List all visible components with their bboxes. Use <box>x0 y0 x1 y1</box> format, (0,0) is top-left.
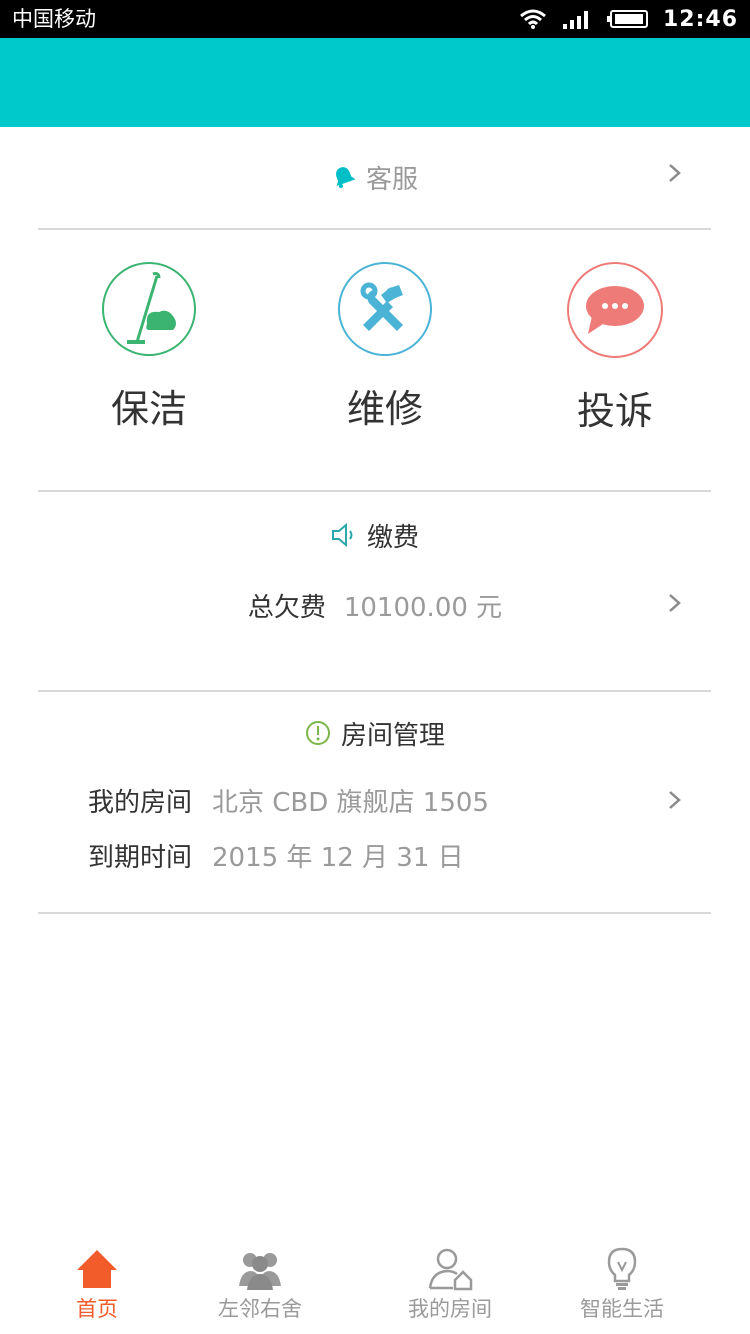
tab-my-room[interactable]: 我的房间 <box>375 1234 525 1334</box>
chevron-right-icon <box>669 594 681 612</box>
tab-home-label: 首页 <box>76 1297 118 1321</box>
tab-neighbors-label: 左邻右舍 <box>218 1297 302 1321</box>
payment-title: 缴费 <box>366 522 419 553</box>
divider <box>38 228 711 230</box>
payment-title-row: 缴费 <box>0 515 750 555</box>
carrier-name: 中国移动 <box>12 7 96 31</box>
divider <box>38 912 711 914</box>
cleaning-button[interactable]: 保洁 <box>69 262 229 432</box>
wifi-icon <box>520 9 546 29</box>
total-arrears-value: 10100.00 元 <box>343 592 503 623</box>
status-bar: 中国移动 12:46 <box>0 0 750 38</box>
tab-home[interactable]: 首页 <box>22 1234 172 1334</box>
chevron-right-icon <box>669 164 681 182</box>
repair-label: 维修 <box>346 387 423 431</box>
repair-button[interactable]: 维修 <box>305 262 465 432</box>
tab-smart-life-label: 智能生活 <box>580 1297 664 1321</box>
room-title: 房间管理 <box>340 720 445 751</box>
alert-circle-icon <box>305 721 330 745</box>
mop-icon <box>127 272 176 344</box>
chat-bubble-icon <box>586 286 644 334</box>
clock: 12:46 <box>662 6 738 32</box>
tab-my-room-label: 我的房间 <box>408 1297 492 1321</box>
complaint-label: 投诉 <box>576 389 653 433</box>
customer-service-row[interactable]: 客服 <box>0 127 750 229</box>
expire-row: 到期时间 2015 年 12 月 31 日 <box>0 830 750 880</box>
my-room-label: 我的房间 <box>88 788 193 818</box>
total-arrears-row[interactable]: 总欠费 10100.00 元 <box>0 580 750 630</box>
total-arrears-label: 总欠费 <box>247 592 326 623</box>
repair-icon-circle <box>338 262 432 356</box>
speaker-icon <box>331 523 353 547</box>
bottom-tab-bar: 首页 左邻右舍 我的房间 智能生活 <box>0 1234 750 1334</box>
complaint-button[interactable]: 投诉 <box>535 262 695 434</box>
customer-service-label: 客服 <box>365 164 418 195</box>
cleaning-label: 保洁 <box>110 387 187 431</box>
room-title-row: 房间管理 <box>0 713 750 753</box>
bulb-icon <box>607 1247 637 1290</box>
divider <box>38 690 711 692</box>
battery-icon <box>606 10 648 28</box>
group-icon <box>239 1253 281 1290</box>
complaint-icon-circle <box>567 262 663 358</box>
expire-value: 2015 年 12 月 31 日 <box>212 843 464 873</box>
home-icon <box>77 1250 117 1288</box>
app-header <box>0 38 750 127</box>
cleaning-icon-circle <box>102 262 196 356</box>
my-room-value: 北京 CBD 旗舰店 1505 <box>212 788 489 818</box>
tab-smart-life[interactable]: 智能生活 <box>547 1234 697 1334</box>
tab-neighbors[interactable]: 左邻右舍 <box>185 1234 335 1334</box>
user-house-icon <box>428 1248 473 1291</box>
my-room-row[interactable]: 我的房间 北京 CBD 旗舰店 1505 <box>0 775 750 825</box>
bell-icon <box>336 167 356 188</box>
signal-icon <box>562 11 588 29</box>
divider <box>38 490 711 492</box>
expire-label: 到期时间 <box>88 843 193 873</box>
tools-icon <box>360 282 403 331</box>
chevron-right-icon <box>669 791 681 809</box>
